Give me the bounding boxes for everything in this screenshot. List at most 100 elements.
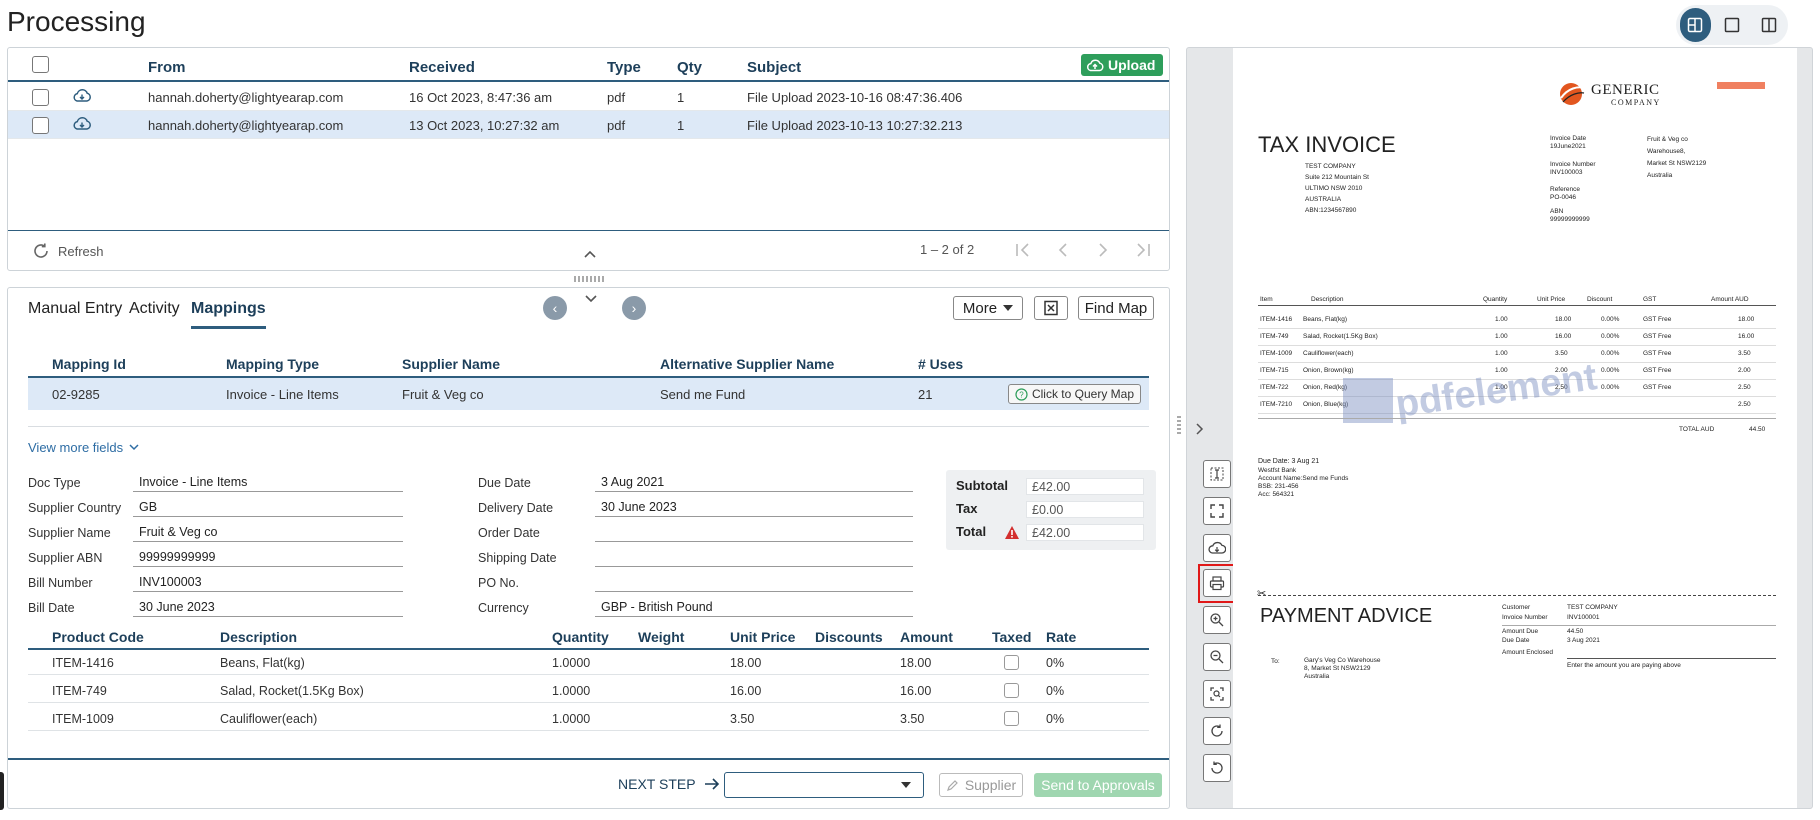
line-item-row[interactable]: ITEM-749 Salad, Rocket(1.5Kg Box) 1.0000… bbox=[28, 679, 1149, 703]
pdf-quantity: 1.00 bbox=[1495, 350, 1508, 357]
zoom-in-tool[interactable] bbox=[1203, 606, 1231, 634]
globe-logo-icon bbox=[1560, 83, 1586, 105]
supplier-button[interactable]: Supplier bbox=[939, 773, 1023, 797]
next-document-button[interactable]: › bbox=[622, 296, 646, 320]
next-page-icon[interactable] bbox=[1093, 241, 1113, 259]
taxed-checkbox[interactable] bbox=[1004, 711, 1019, 726]
col-quantity: Quantity bbox=[552, 629, 609, 645]
due-date-field[interactable]: 3 Aug 2021 bbox=[595, 470, 913, 492]
select-all-checkbox[interactable] bbox=[32, 56, 49, 73]
pdf-amount: 18.00 bbox=[1738, 316, 1755, 323]
pdf-gst: GST Free bbox=[1643, 384, 1672, 391]
cloud-download-icon[interactable] bbox=[72, 88, 92, 103]
col-type[interactable]: Type bbox=[607, 59, 641, 76]
collapse-down-icon[interactable] bbox=[584, 294, 598, 304]
send-to-approvals-button[interactable]: Send to Approvals bbox=[1034, 773, 1162, 797]
chevron-right-icon[interactable] bbox=[1195, 422, 1205, 436]
next-step-select[interactable] bbox=[724, 772, 924, 798]
rotate-clockwise-tool[interactable] bbox=[1203, 717, 1231, 745]
due-line: Account Name:Send me Funds bbox=[1258, 475, 1349, 482]
col-subject[interactable]: Subject bbox=[747, 59, 801, 76]
doc-type-field[interactable]: Invoice - Line Items bbox=[133, 470, 403, 492]
supplier-name-field[interactable]: Fruit & Veg co bbox=[133, 520, 403, 542]
text-select-tool[interactable] bbox=[1203, 460, 1231, 488]
arrow-right-icon bbox=[704, 778, 719, 790]
taxed-checkbox[interactable] bbox=[1004, 683, 1019, 698]
download-tool[interactable] bbox=[1203, 534, 1231, 562]
pa-value: INV100001 bbox=[1567, 614, 1600, 621]
tax-value[interactable]: £0.00 bbox=[1026, 501, 1144, 518]
table-row-selected[interactable]: hannah.doherty@lightyearap.com 13 Oct 20… bbox=[8, 111, 1169, 139]
subtotal-value[interactable]: £42.00 bbox=[1026, 478, 1144, 495]
single-view-button[interactable] bbox=[1717, 8, 1748, 42]
bill-number-field[interactable]: INV100003 bbox=[133, 570, 403, 592]
line-item-row[interactable]: ITEM-1416 Beans, Flat(kg) 1.0000 18.00 1… bbox=[28, 651, 1149, 675]
to-line: Warehouse8, bbox=[1647, 148, 1686, 155]
row-checkbox[interactable] bbox=[32, 117, 49, 134]
row-checkbox[interactable] bbox=[32, 89, 49, 106]
prev-document-button[interactable]: ‹ bbox=[543, 296, 567, 320]
col-received[interactable]: Received bbox=[409, 59, 475, 76]
order-date-field[interactable] bbox=[595, 520, 913, 542]
refresh-button[interactable]: Refresh bbox=[32, 242, 104, 260]
fit-width-tool[interactable] bbox=[1203, 680, 1231, 708]
supplier-abn-field[interactable]: 99999999999 bbox=[133, 545, 403, 567]
meta-line: ABN bbox=[1550, 208, 1564, 215]
supplier-country-field[interactable]: GB bbox=[133, 495, 403, 517]
find-map-button[interactable]: Find Map bbox=[1078, 296, 1154, 320]
po-number-field[interactable] bbox=[595, 570, 913, 592]
pdf-description: Onion, Brown(kg) bbox=[1303, 367, 1354, 374]
first-page-icon[interactable] bbox=[1013, 241, 1033, 259]
discard-button[interactable] bbox=[1034, 296, 1068, 320]
next-step-label: NEXT STEP bbox=[618, 776, 696, 792]
mapping-row[interactable]: 02-9285 Invoice - Line Items Fruit & Veg… bbox=[28, 378, 1149, 410]
split-handle[interactable] bbox=[1177, 416, 1181, 436]
tab-mappings[interactable]: Mappings bbox=[191, 300, 266, 329]
fit-page-tool[interactable] bbox=[1203, 497, 1231, 525]
split-view-button[interactable] bbox=[1680, 8, 1711, 42]
tab-activity[interactable]: Activity bbox=[129, 300, 180, 318]
layout-toggle bbox=[1676, 5, 1788, 45]
cloud-download-icon[interactable] bbox=[72, 116, 92, 131]
scissors-icon: ✂ bbox=[1257, 588, 1267, 600]
col-qty[interactable]: Qty bbox=[677, 59, 702, 76]
print-tool[interactable] bbox=[1203, 569, 1231, 597]
columns-view-button[interactable] bbox=[1753, 8, 1784, 42]
pdf-row-rule bbox=[1258, 362, 1776, 363]
table-row[interactable]: hannah.doherty@lightyearap.com 16 Oct 20… bbox=[8, 83, 1169, 111]
due-line: Due Date: 3 Aug 21 bbox=[1258, 458, 1320, 465]
pdf-amount: 2.00 bbox=[1738, 367, 1751, 374]
taxed-checkbox[interactable] bbox=[1004, 655, 1019, 670]
side-tab[interactable] bbox=[0, 772, 4, 810]
delivery-date-field[interactable]: 30 June 2023 bbox=[595, 495, 913, 517]
pdf-quantity: 1.00 bbox=[1495, 316, 1508, 323]
total-value[interactable]: £42.00 bbox=[1026, 524, 1144, 541]
col-from[interactable]: From bbox=[148, 59, 186, 76]
line-item-row[interactable]: ITEM-1009 Cauliflower(each) 1.0000 3.50 … bbox=[28, 707, 1149, 731]
tab-manual-entry[interactable]: Manual Entry bbox=[28, 300, 122, 318]
last-page-icon[interactable] bbox=[1133, 241, 1153, 259]
collapse-up-icon[interactable] bbox=[583, 249, 597, 259]
pdf-gst: GST Free bbox=[1643, 333, 1672, 340]
line-quantity: 1.0000 bbox=[552, 656, 591, 670]
query-map-button[interactable]: ? Click to Query Map bbox=[1007, 384, 1141, 404]
line-code: ITEM-1009 bbox=[52, 712, 114, 726]
more-button[interactable]: More bbox=[953, 296, 1023, 320]
subtotal-label: Subtotal bbox=[956, 478, 1008, 493]
zoom-out-tool[interactable] bbox=[1203, 643, 1231, 671]
resize-handle[interactable] bbox=[574, 276, 606, 282]
view-more-fields-link[interactable]: View more fields bbox=[28, 440, 139, 455]
upload-button[interactable]: Upload bbox=[1081, 54, 1163, 76]
grid-header: From Received Type Qty Subject Upload bbox=[8, 48, 1169, 82]
bill-date-field[interactable]: 30 June 2023 bbox=[133, 595, 403, 617]
rotate-counterclockwise-tool[interactable] bbox=[1203, 754, 1231, 782]
col-unit-price: Unit Price bbox=[730, 629, 796, 645]
pdf-row-rule bbox=[1258, 413, 1776, 414]
prev-page-icon[interactable] bbox=[1053, 241, 1073, 259]
line-amount: 3.50 bbox=[900, 712, 925, 726]
currency-field[interactable]: GBP - British Pound bbox=[595, 595, 913, 617]
line-rate: 0% bbox=[1046, 656, 1065, 670]
pdf-description: Onion, Red(kg) bbox=[1303, 384, 1348, 391]
shipping-date-field[interactable] bbox=[595, 545, 913, 567]
pdf-item: ITEM-749 bbox=[1260, 333, 1289, 340]
